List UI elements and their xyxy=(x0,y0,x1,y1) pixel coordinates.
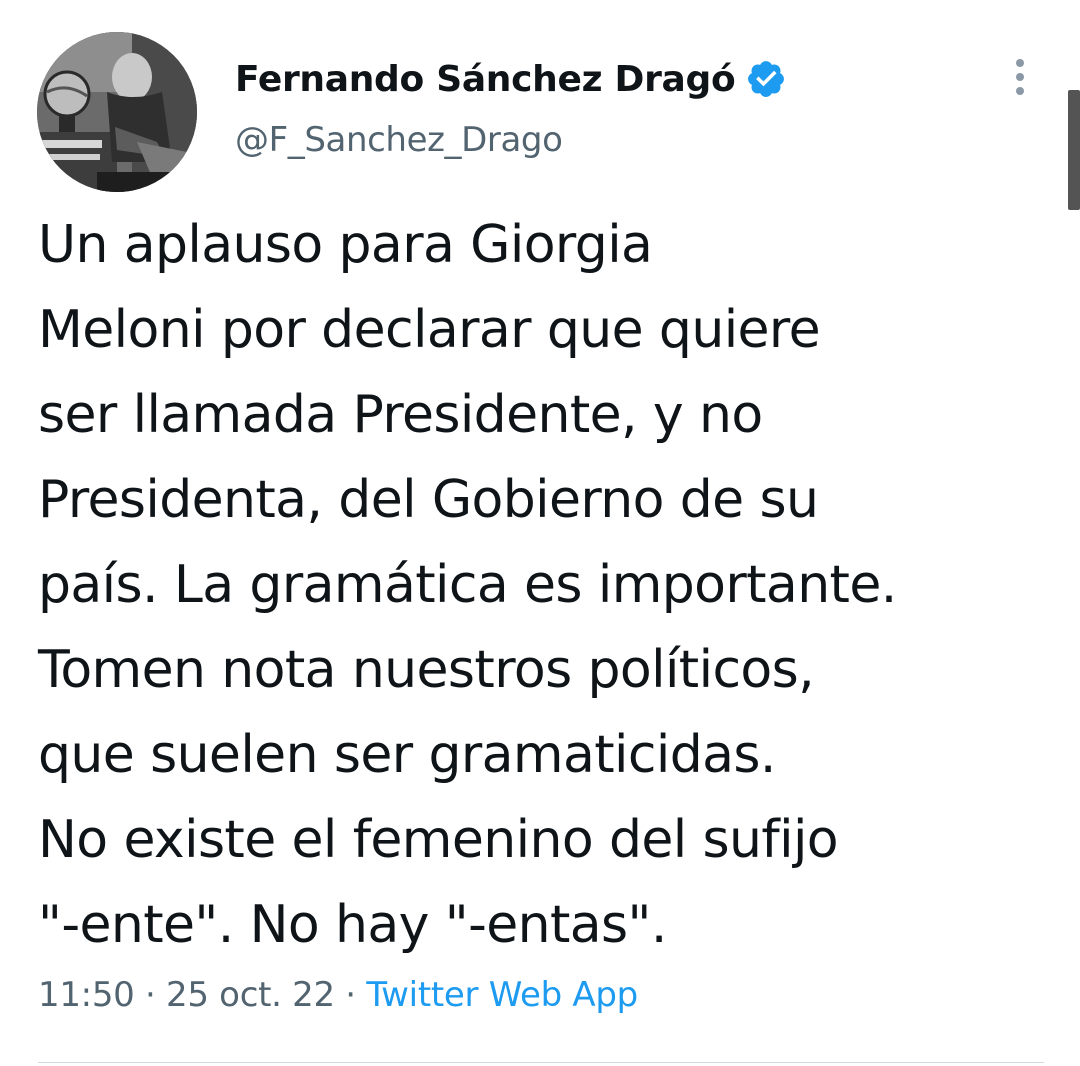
tweet-date[interactable]: 25 oct. 22 xyxy=(166,975,335,1015)
tweet-text-line: Un aplauso para Giorgia xyxy=(38,215,653,275)
author-name-row: Fernando Sánchez Dragó xyxy=(235,54,787,104)
tweet-text-line: ser llamada Presidente, y no xyxy=(38,385,763,445)
tweet-text-line: Tomen nota nuestros políticos, xyxy=(38,640,815,700)
tweet-text-line: Meloni por declarar que quiere xyxy=(38,300,821,360)
meta-separator: · xyxy=(134,975,167,1015)
tweet-meta: 11:50 · 25 oct. 22 · Twitter Web App xyxy=(38,975,638,1015)
verified-badge-icon xyxy=(745,58,787,100)
tweet-source-link[interactable]: Twitter Web App xyxy=(366,975,638,1015)
tweet-time[interactable]: 11:50 xyxy=(38,975,135,1015)
avatar[interactable] xyxy=(37,32,197,192)
tweet-text-line: Presidenta, del Gobierno de su xyxy=(38,470,819,530)
tweet-text-line: No existe el femenino del sufijo xyxy=(38,810,839,870)
meta-separator: · xyxy=(334,975,367,1015)
author-handle[interactable]: @F_Sanchez_Drago xyxy=(235,120,563,160)
scrollbar[interactable] xyxy=(1068,90,1080,210)
divider xyxy=(38,1062,1044,1063)
author-display-name[interactable]: Fernando Sánchez Dragó xyxy=(235,59,736,100)
tweet-text-line: país. La gramática es importante. xyxy=(38,555,897,615)
more-vertical-icon[interactable] xyxy=(1008,57,1032,99)
tweet-text-line: "-ente". No hay "-entas". xyxy=(38,895,667,955)
tweet-text-line: que suelen ser gramaticidas. xyxy=(38,725,776,785)
tweet-text: Un aplauso para Giorgia Meloni por decla… xyxy=(38,203,1048,968)
